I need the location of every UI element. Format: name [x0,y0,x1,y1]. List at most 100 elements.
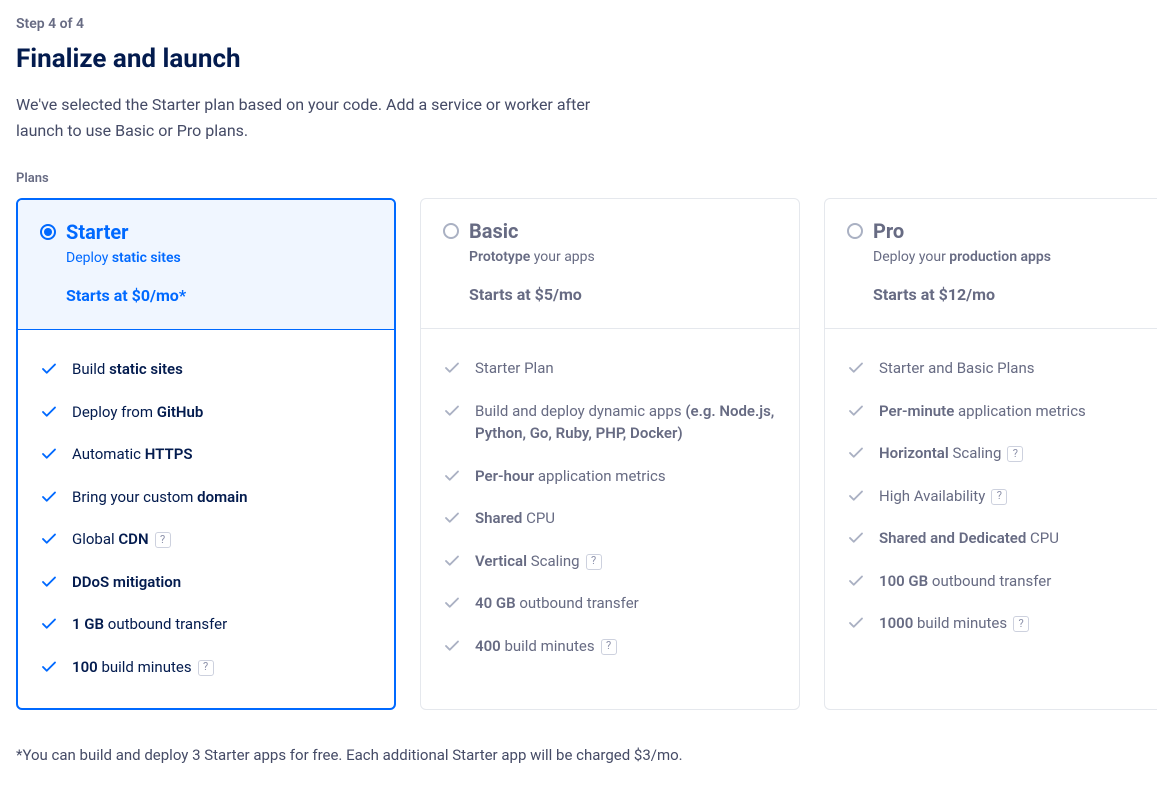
check-icon [847,444,865,462]
plan-card-pro[interactable]: Pro Deploy your production apps Starts at … [824,198,1157,710]
plan-title-row: Starter [40,220,372,244]
check-icon [847,359,865,377]
radio-icon[interactable] [443,223,459,239]
plan-tagline: Deploy static sites [66,250,372,266]
check-icon [40,445,58,463]
feature-item: Build and deploy dynamic apps (e.g. Node… [443,390,777,455]
check-icon [443,402,461,420]
feature-text: 100 build minutes? [72,656,214,679]
feature-text: 1000 build minutes? [879,612,1029,635]
help-icon[interactable]: ? [198,660,214,676]
check-icon [40,530,58,548]
plan-tagline: Deploy your production apps [873,249,1157,265]
feature-item: Starter Plan [443,347,777,390]
plan-features: Build static sites Deploy from GitHub Auto… [18,330,394,708]
feature-item: 40 GB outbound transfer [443,582,777,625]
help-icon[interactable]: ? [601,639,617,655]
feature-text: DDoS mitigation [72,571,181,594]
feature-text: Vertical Scaling? [475,550,602,573]
check-icon [847,402,865,420]
feature-text: Build and deploy dynamic apps (e.g. Node… [475,400,777,445]
feature-text: Per-minute application metrics [879,400,1086,423]
check-icon [443,467,461,485]
plan-price: Starts at $12/mo [873,285,1157,304]
plan-header: Basic Prototype your apps Starts at $5/mo [421,199,799,329]
plan-features: Starter and Basic Plans Per-minute applic… [825,329,1157,665]
feature-item: Automatic HTTPS [40,433,372,476]
help-icon[interactable]: ? [586,554,602,570]
check-icon [40,488,58,506]
feature-item: Starter and Basic Plans [847,347,1157,390]
check-icon [443,552,461,570]
feature-text: Shared and Dedicated CPU [879,527,1059,550]
help-icon[interactable]: ? [1007,446,1023,462]
feature-item: Bring your custom domain [40,476,372,519]
plan-title-row: Pro [847,219,1157,243]
feature-item: DDoS mitigation [40,561,372,604]
feature-item: Shared CPU [443,497,777,540]
plan-card-basic[interactable]: Basic Prototype your apps Starts at $5/mo S… [420,198,800,710]
radio-icon[interactable] [40,224,56,240]
feature-item: Build static sites [40,348,372,391]
plans-footnote: *You can build and deploy 3 Starter apps… [16,746,1141,764]
feature-item: Deploy from GitHub [40,391,372,434]
check-icon [847,487,865,505]
feature-text: Per-hour application metrics [475,465,666,488]
feature-item: 100 GB outbound transfer [847,560,1157,603]
feature-text: 40 GB outbound transfer [475,592,639,615]
help-icon[interactable]: ? [155,532,171,548]
feature-item: Global CDN? [40,518,372,561]
check-icon [443,359,461,377]
feature-item: Per-minute application metrics [847,390,1157,433]
plans-container: Starter Deploy static sites Starts at $0/m… [16,198,1141,710]
check-icon [40,615,58,633]
feature-text: Deploy from GitHub [72,401,203,424]
check-icon [443,509,461,527]
feature-text: High Availability? [879,485,1007,508]
plan-title-row: Basic [443,219,777,243]
plan-header: Starter Deploy static sites Starts at $0/m… [18,200,394,330]
check-icon [443,637,461,655]
feature-text: Starter Plan [475,357,554,380]
feature-text: Automatic HTTPS [72,443,192,466]
check-icon [40,658,58,676]
feature-text: Global CDN? [72,528,171,551]
feature-item: Vertical Scaling? [443,540,777,583]
feature-text: Horizontal Scaling? [879,442,1023,465]
feature-item: 1 GB outbound transfer [40,603,372,646]
check-icon [40,360,58,378]
feature-item: 1000 build minutes? [847,602,1157,645]
plan-card-starter[interactable]: Starter Deploy static sites Starts at $0/m… [16,198,396,710]
check-icon [40,573,58,591]
check-icon [847,572,865,590]
plan-tagline: Prototype your apps [469,249,777,265]
feature-item: Shared and Dedicated CPU [847,517,1157,560]
plan-name: Pro [873,219,904,243]
check-icon [847,614,865,632]
plan-price: Starts at $0/mo* [66,286,372,305]
radio-icon[interactable] [847,223,863,239]
feature-item: Per-hour application metrics [443,455,777,498]
check-icon [40,403,58,421]
step-indicator: Step 4 of 4 [16,16,1141,32]
plans-section-label: Plans [16,171,1141,186]
plan-price: Starts at $5/mo [469,285,777,304]
feature-item: High Availability? [847,475,1157,518]
feature-item: Horizontal Scaling? [847,432,1157,475]
feature-text: 400 build minutes? [475,635,617,658]
feature-text: Shared CPU [475,507,555,530]
plan-features: Starter Plan Build and deploy dynamic app… [421,329,799,687]
feature-text: Build static sites [72,358,183,381]
page-subtitle: We've selected the Starter plan based on… [16,92,616,143]
feature-text: Bring your custom domain [72,486,247,509]
help-icon[interactable]: ? [991,489,1007,505]
help-icon[interactable]: ? [1013,616,1029,632]
plan-name: Starter [66,220,129,244]
page-title: Finalize and launch [16,44,1141,74]
feature-text: 100 GB outbound transfer [879,570,1051,593]
feature-text: 1 GB outbound transfer [72,613,227,636]
feature-item: 400 build minutes? [443,625,777,668]
plan-name: Basic [469,219,518,243]
feature-item: 100 build minutes? [40,646,372,689]
check-icon [443,594,461,612]
